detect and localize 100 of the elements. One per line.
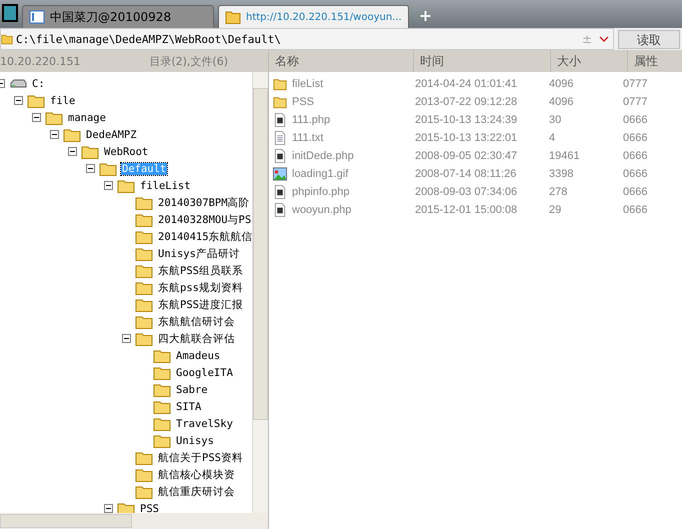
file-name[interactable]: loading1.gif: [292, 168, 348, 180]
folder-icon: [99, 162, 117, 176]
script-file-icon: [273, 113, 287, 127]
file-attributes: 0666: [622, 186, 648, 198]
file-name[interactable]: 111.php: [292, 114, 330, 126]
modified-time: 2008-07-14 08:11:26: [414, 168, 518, 180]
window-icon: [29, 10, 45, 24]
column-header[interactable]: 大小: [551, 50, 628, 72]
collapse-toggle-icon[interactable]: [68, 147, 77, 156]
collapse-toggle-icon[interactable]: [86, 164, 95, 173]
folder-icon: [153, 400, 171, 414]
tree-item[interactable]: Unisys产品研讨: [157, 246, 241, 260]
dropdown-caret-icon[interactable]: [599, 36, 609, 42]
tree-item[interactable]: 东航航信研讨会: [157, 314, 236, 328]
tree-item[interactable]: Sabre: [175, 384, 209, 396]
collapse-toggle-icon[interactable]: [50, 130, 59, 139]
file-name[interactable]: 111.txt: [292, 132, 324, 144]
text-file-icon: [273, 131, 287, 145]
modified-time: 2015-10-13 13:22:01: [414, 132, 518, 144]
tree-item[interactable]: fileList: [139, 180, 192, 192]
tree-item[interactable]: manage: [67, 112, 107, 124]
tree-item[interactable]: 航信关于PSS资料: [157, 450, 244, 464]
column-header[interactable]: 时间: [414, 50, 551, 72]
file-name[interactable]: fileList: [292, 78, 324, 90]
folder-icon: [135, 314, 153, 328]
collapse-toggle-icon[interactable]: [104, 181, 113, 190]
file-size: 3398: [548, 168, 574, 180]
folder-icon: [135, 298, 153, 312]
folder-icon: [135, 484, 153, 498]
modified-time: 2015-12-01 15:00:08: [414, 204, 518, 216]
tree-item[interactable]: GoogleITA: [175, 366, 234, 378]
folder-icon: [153, 366, 171, 380]
file-size: 4096: [548, 78, 574, 90]
collapse-toggle-icon[interactable]: [122, 334, 131, 343]
tree-item[interactable]: 东航pss规划资料: [157, 280, 244, 294]
tree-item[interactable]: 航信核心模块资: [157, 468, 236, 482]
modified-time: 2014-04-24 01:01:41: [414, 78, 518, 90]
column-header[interactable]: 属性: [628, 50, 682, 72]
tree-item[interactable]: 20140328MOU与PS: [157, 212, 252, 226]
tree-item[interactable]: 四大航联合评估: [157, 332, 236, 346]
modified-time: 2015-10-13 13:24:39: [414, 114, 518, 126]
tree-item[interactable]: 航信重庆研讨会: [157, 484, 236, 498]
tree-item[interactable]: 20140307BPM高阶: [157, 196, 251, 210]
folder-icon: [153, 434, 171, 448]
tree-item[interactable]: SITA: [175, 400, 202, 412]
file-size: 4096: [548, 96, 574, 108]
vertical-scrollbar[interactable]: [252, 72, 268, 513]
file-name[interactable]: phpinfo.php: [292, 186, 350, 198]
image-file-icon: [273, 167, 287, 181]
column-header[interactable]: 名称: [269, 50, 414, 72]
file-attributes: 0777: [622, 96, 648, 108]
folder-icon: [153, 348, 171, 362]
browser-tab[interactable]: 中国菜刀@20100928: [22, 5, 214, 28]
script-file-icon: [273, 149, 287, 163]
collapse-toggle-icon[interactable]: [14, 96, 23, 105]
collapse-toggle-icon[interactable]: [32, 113, 41, 122]
tree-item[interactable]: 20140415东航航信: [157, 230, 252, 244]
tree-item[interactable]: 东航PSS进度汇报: [157, 298, 244, 312]
script-file-icon: [273, 185, 287, 199]
browser-tab[interactable]: http://10.20.220.151/wooyun...: [218, 5, 409, 28]
summary-label: 目录(2),文件(6): [149, 54, 228, 68]
file-size: 29: [548, 204, 562, 216]
window-icon[interactable]: [2, 4, 18, 22]
tree-item[interactable]: Amadeus: [175, 350, 222, 362]
tree-item[interactable]: C:: [31, 78, 46, 90]
horizontal-scrollbar[interactable]: [0, 513, 268, 529]
file-size: 30: [548, 114, 562, 126]
folder-icon: [63, 128, 81, 142]
tree-item[interactable]: WebRoot: [103, 146, 150, 158]
tree-item[interactable]: 东航PSS组员联系: [157, 264, 244, 278]
folder-icon: [273, 77, 287, 91]
file-name[interactable]: initDede.php: [292, 150, 354, 162]
drive-icon: [9, 76, 27, 90]
file-name[interactable]: wooyun.php: [292, 204, 352, 216]
tree-item[interactable]: TravelSky: [175, 418, 234, 430]
folder-icon: [135, 280, 153, 294]
collapse-toggle-icon[interactable]: [104, 504, 113, 513]
file-size: 278: [548, 186, 568, 198]
tree-item[interactable]: PSS: [139, 502, 160, 513]
file-name[interactable]: PSS: [292, 96, 314, 108]
tree-item[interactable]: file: [49, 94, 76, 106]
file-attributes: 0777: [622, 78, 648, 90]
file-size: 19461: [548, 150, 581, 162]
folder-icon: [1, 33, 13, 45]
file-attributes: 0666: [622, 204, 648, 216]
folder-icon: [45, 110, 63, 124]
folder-icon: [135, 264, 153, 278]
file-attributes: 0666: [622, 150, 648, 162]
folder-icon: [27, 94, 45, 108]
modified-time: 2008-09-05 02:30:47: [414, 150, 518, 162]
new-tab-button[interactable]: +: [412, 6, 438, 25]
read-button[interactable]: 读取: [618, 30, 680, 48]
folder-icon: [135, 230, 153, 244]
host-label: 10.20.220.151: [0, 54, 80, 68]
path-field[interactable]: C:\file\manage\DedeAMPZ\WebRoot\Default\ ±: [0, 28, 614, 50]
folder-icon: [273, 95, 287, 109]
folder-icon: [153, 382, 171, 396]
folder-icon: [135, 196, 153, 210]
tree-item[interactable]: Unisys: [175, 434, 215, 446]
tree-item[interactable]: DedeAMPZ: [85, 128, 138, 140]
